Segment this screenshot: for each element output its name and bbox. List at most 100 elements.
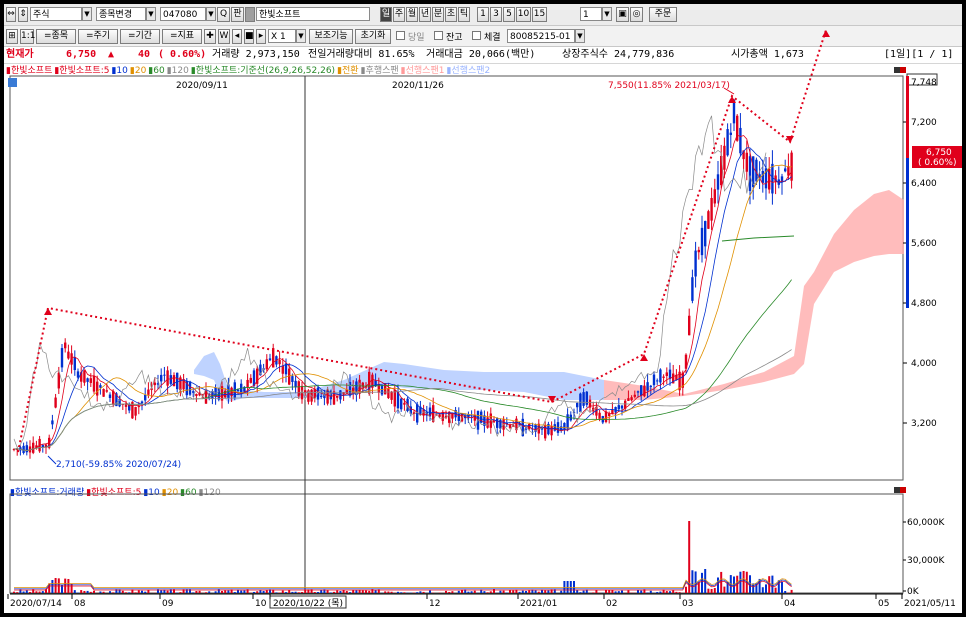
volume-bar <box>349 592 351 593</box>
volume-bar <box>621 590 623 593</box>
candle-body <box>582 392 585 406</box>
candle-body <box>739 127 742 154</box>
candle-body <box>153 382 156 386</box>
candle-body <box>691 277 694 301</box>
volume-bar <box>672 590 675 593</box>
volume-bar <box>784 591 787 593</box>
volume-bar <box>563 581 566 593</box>
volume-bar <box>505 592 508 593</box>
candle-body <box>694 250 697 277</box>
candle-body <box>627 398 630 401</box>
candle-body <box>294 380 297 388</box>
candle-body <box>32 442 35 453</box>
volume-bar <box>448 591 451 593</box>
volume-bar <box>86 590 89 593</box>
panel-control-icon <box>894 487 900 493</box>
candle-body <box>688 315 691 336</box>
panel-control-icon <box>900 67 906 73</box>
volume-bar <box>179 592 182 593</box>
volume-bar <box>22 591 25 593</box>
volume-bar <box>566 581 569 593</box>
candle-body <box>57 372 60 389</box>
chart-window: ⇔ ⇕ 주식 ▼ 종목변경 ▼ 047080 ▼ Q 판 한빛소프트 1 ▼ ▣… <box>4 4 962 613</box>
candle-body <box>288 368 291 385</box>
volume-bar <box>16 592 19 593</box>
volume-bar <box>141 590 143 593</box>
volume-bar <box>656 592 659 593</box>
candle-body <box>144 394 147 401</box>
price-axis-label: 4,000 <box>911 359 937 369</box>
volume-bar <box>384 591 387 593</box>
candle-body <box>700 227 704 256</box>
volume-bar <box>54 578 57 593</box>
volume-bar <box>544 590 547 593</box>
x-axis-label: 08 <box>74 599 86 609</box>
volume-bar <box>470 591 473 593</box>
volume-bar <box>361 590 364 593</box>
volume-bar <box>109 591 111 593</box>
volume-bar <box>569 581 572 593</box>
panel-control-icon <box>900 487 906 493</box>
top-date-label: 2020/09/11 <box>176 81 228 91</box>
volume-bar <box>486 592 489 593</box>
candle-body <box>585 391 588 405</box>
candle-body <box>60 348 64 368</box>
candle-body <box>249 377 252 383</box>
volume-bar <box>403 592 406 593</box>
candle-body <box>291 376 294 382</box>
candle-body <box>51 420 54 425</box>
volume-bar <box>707 588 710 593</box>
price-range-bar-red <box>906 76 909 158</box>
price-chart[interactable]: 7,550(11.85% 2021/03/17) 2,710(-59.85% 20… <box>4 4 962 613</box>
x-axis-label: 12 <box>429 599 440 609</box>
volume-bar <box>208 591 211 593</box>
candle-body <box>745 152 748 172</box>
volume-bar <box>790 589 793 593</box>
volume-bar <box>297 592 300 593</box>
candle-body <box>278 360 281 365</box>
low-annotation: 2,710(-59.85% 2020/07/24) <box>56 460 181 470</box>
volume-bar <box>99 591 102 593</box>
candle-body <box>22 445 25 453</box>
volume-bar <box>198 590 201 593</box>
candle-body <box>710 197 713 221</box>
candle-body <box>252 370 256 386</box>
volume-bar <box>224 590 227 593</box>
candle-body <box>377 383 380 393</box>
volume-bar <box>134 592 137 593</box>
candle-body <box>105 390 108 392</box>
ichimoku-cloud-red <box>604 190 904 400</box>
candle-body <box>230 387 233 397</box>
volume-bar <box>291 591 294 593</box>
volume-bar <box>355 590 358 593</box>
volume-bar <box>617 591 620 593</box>
candle-body <box>163 374 166 376</box>
volume-bar <box>765 584 767 593</box>
volume-bar <box>83 590 86 593</box>
candle-body <box>620 405 624 409</box>
candle-body <box>486 417 489 428</box>
candle-body <box>236 389 240 391</box>
volume-bar <box>499 590 502 593</box>
candle-body <box>748 156 752 191</box>
x-axis-label: 09 <box>162 599 174 609</box>
candle-body <box>707 211 710 229</box>
candle-body <box>716 174 720 190</box>
volume-bar <box>301 592 303 593</box>
candle-body <box>268 358 272 361</box>
volume-bar <box>518 591 521 593</box>
candle-body <box>400 398 403 410</box>
candle-body <box>729 132 732 135</box>
volume-bar <box>256 591 259 593</box>
volume-bar <box>637 590 639 593</box>
volume-bar <box>534 590 537 593</box>
candle-body <box>25 445 28 453</box>
volume-bar <box>451 591 454 593</box>
volume-bar <box>691 570 694 593</box>
volume-bar <box>646 592 649 593</box>
volume-bar <box>41 591 44 593</box>
x-axis-label: 2020/10/22 (목) <box>273 598 343 609</box>
volume-bar <box>547 590 550 593</box>
volume-bar <box>537 591 540 593</box>
volume-bar <box>125 592 127 593</box>
